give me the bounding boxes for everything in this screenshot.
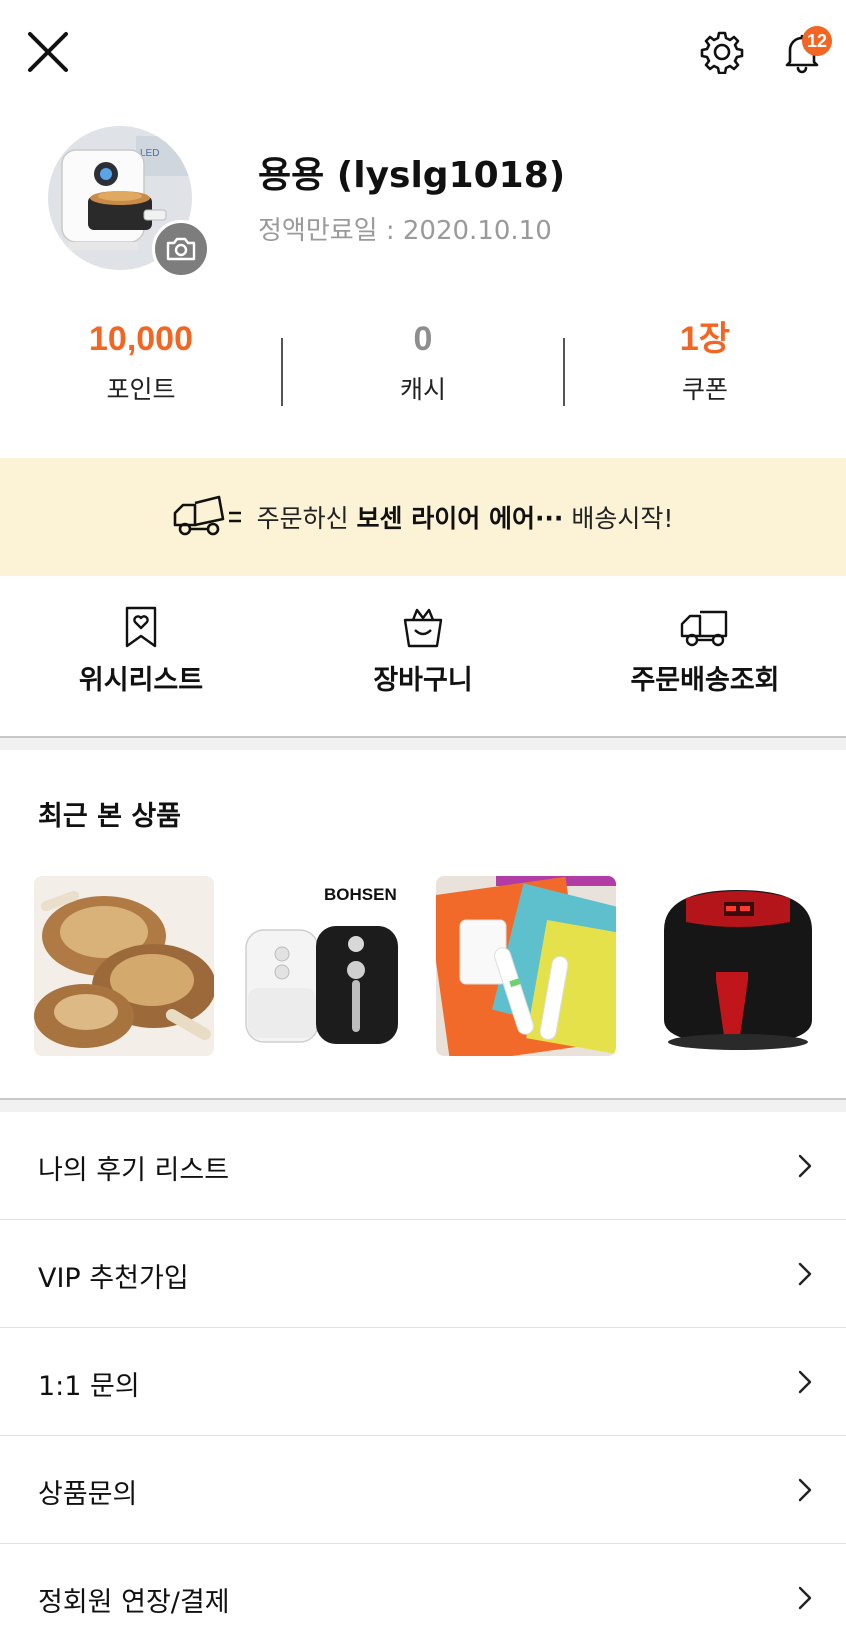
recent-product-thumb[interactable] bbox=[646, 876, 826, 1056]
delivery-status-banner[interactable]: 주문하신 보센 라이어 에어··· 배송시작! bbox=[0, 458, 846, 576]
my-page: 12 LED 용용 (lyslg1018) 정액만료일: 2020.10.10… bbox=[0, 0, 846, 1632]
recent-product-thumb[interactable]: BOHSEN bbox=[244, 876, 424, 1056]
coupon-value: 1장 bbox=[679, 320, 731, 358]
quick-order-tracking[interactable]: 주문배송조회 bbox=[564, 576, 846, 736]
menu-label: 정회원 연장/결제 bbox=[38, 1587, 230, 1618]
bohsen-brand-text: BOHSEN bbox=[324, 885, 397, 904]
camera-icon bbox=[166, 237, 196, 261]
chevron-right-icon bbox=[798, 1370, 812, 1394]
menu-label: 1:1 문의 bbox=[38, 1371, 140, 1402]
avatar-wrapper: LED bbox=[48, 126, 212, 290]
banner-prefix: 주문하신 bbox=[256, 504, 357, 533]
change-photo-button[interactable] bbox=[152, 220, 210, 278]
cash-value: 0 bbox=[413, 320, 433, 358]
user-name: 용용 (lyslg1018) bbox=[258, 155, 566, 196]
menu-label: 나의 후기 리스트 bbox=[38, 1155, 230, 1186]
delivery-truck-icon bbox=[680, 610, 728, 647]
close-icon bbox=[28, 32, 68, 72]
notification-button[interactable]: 12 bbox=[772, 22, 832, 82]
menu-label: VIP 추천가입 bbox=[38, 1263, 189, 1294]
points-label: 포인트 bbox=[106, 375, 176, 404]
banner-product-name: 보센 라이어 에어··· bbox=[356, 504, 564, 533]
banner-suffix: 배송시작! bbox=[563, 504, 674, 533]
recent-product-thumb[interactable] bbox=[34, 876, 214, 1056]
points-value: 10,000 bbox=[89, 320, 193, 358]
notification-badge: 12 bbox=[802, 26, 832, 56]
menu-my-reviews[interactable]: 나의 후기 리스트 bbox=[0, 1112, 846, 1220]
close-button[interactable] bbox=[18, 22, 78, 82]
cash-stat[interactable]: 0 캐시 bbox=[281, 318, 565, 428]
cash-label: 캐시 bbox=[399, 375, 446, 404]
quick-wishlist-label: 위시리스트 bbox=[78, 665, 204, 696]
quick-cart-label: 장바구니 bbox=[373, 665, 473, 696]
recently-viewed-title: 최근 본 상품 bbox=[38, 801, 181, 832]
quick-order-tracking-label: 주문배송조회 bbox=[630, 665, 780, 696]
stat-divider bbox=[281, 338, 283, 406]
quick-cart[interactable]: 장바구니 bbox=[282, 576, 564, 736]
delivery-truck-icon bbox=[173, 495, 241, 536]
coupon-stat[interactable]: 1장 쿠폰 bbox=[564, 318, 846, 428]
menu-one-to-one-inquiry[interactable]: 1:1 문의 bbox=[0, 1328, 846, 1436]
chevron-right-icon bbox=[798, 1586, 812, 1610]
quick-menu: 위시리스트 장바구니 주문배송조회 bbox=[0, 576, 846, 738]
membership-expire-date: 정액만료일 : 2020.10.10 bbox=[258, 216, 552, 246]
section-divider bbox=[0, 1100, 846, 1112]
recently-viewed-list: BOHSEN bbox=[34, 876, 846, 1056]
top-bar: 12 bbox=[0, 0, 846, 110]
recently-viewed-section: 최근 본 상품 BOHSEN bbox=[0, 750, 846, 1100]
wishlist-bookmark-icon bbox=[125, 606, 157, 648]
quick-wishlist[interactable]: 위시리스트 bbox=[0, 576, 282, 736]
recent-product-thumb[interactable] bbox=[436, 876, 616, 1056]
points-stat[interactable]: 10,000 포인트 bbox=[0, 318, 282, 428]
chevron-right-icon bbox=[798, 1262, 812, 1286]
coupon-label: 쿠폰 bbox=[681, 375, 728, 404]
shopping-bag-icon bbox=[403, 608, 443, 648]
settings-button[interactable] bbox=[692, 22, 752, 82]
menu-list: 나의 후기 리스트 VIP 추천가입 1:1 문의 상품문의 정회원 연장/결제 bbox=[0, 1112, 846, 1632]
menu-membership-renewal[interactable]: 정회원 연장/결제 bbox=[0, 1544, 846, 1632]
stats-bar: 10,000 포인트 0 캐시 1장 쿠폰 bbox=[0, 318, 846, 428]
chevron-right-icon bbox=[798, 1154, 812, 1178]
section-divider bbox=[0, 738, 846, 750]
delivery-status-text: 주문하신 보센 라이어 에어··· 배송시작! bbox=[257, 499, 674, 535]
menu-vip-signup[interactable]: VIP 추천가입 bbox=[0, 1220, 846, 1328]
gear-icon bbox=[700, 31, 744, 74]
profile-section: LED 용용 (lyslg1018) 정액만료일: 2020.10.10 bbox=[0, 110, 846, 290]
menu-product-inquiry[interactable]: 상품문의 bbox=[0, 1436, 846, 1544]
menu-label: 상품문의 bbox=[38, 1479, 138, 1510]
chevron-right-icon bbox=[798, 1478, 812, 1502]
